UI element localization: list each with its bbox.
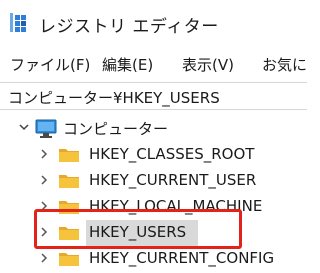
folder-icon bbox=[59, 227, 79, 240]
tree-label: HKEY_LOCAL_MACHINE bbox=[89, 197, 263, 215]
menu-bar: ファイル(F) 編集(E) 表示(V) お気に bbox=[0, 48, 307, 80]
menu-edit[interactable]: 編集(E) bbox=[102, 54, 153, 75]
registry-editor-icon bbox=[10, 13, 30, 32]
menu-favorites[interactable]: お気に bbox=[262, 54, 307, 75]
computer-icon bbox=[35, 119, 57, 138]
folder-icon bbox=[59, 149, 79, 162]
address-path[interactable]: コンピューター¥HKEY_USERS bbox=[8, 87, 220, 108]
menu-view[interactable]: 表示(V) bbox=[182, 54, 234, 75]
chevron-right-icon[interactable] bbox=[38, 200, 50, 212]
chevron-right-icon[interactable] bbox=[38, 226, 50, 238]
folder-icon bbox=[59, 175, 79, 188]
tree-node-hkey-current-user[interactable]: HKEY_CURRENT_USER bbox=[0, 168, 300, 194]
tree-node-computer[interactable]: コンピューター bbox=[0, 115, 300, 141]
tree-label: HKEY_CLASSES_ROOT bbox=[89, 145, 255, 163]
chevron-right-icon[interactable] bbox=[38, 148, 50, 160]
folder-icon bbox=[59, 201, 79, 214]
window-title: レジストリ エディター bbox=[39, 17, 219, 37]
tree-label: HKEY_CURRENT_CONFIG bbox=[89, 249, 275, 267]
tree-node-hkey-classes-root[interactable]: HKEY_CLASSES_ROOT bbox=[0, 142, 300, 168]
chevron-down-icon[interactable] bbox=[18, 121, 30, 133]
tree-label-computer: コンピューター bbox=[63, 120, 169, 138]
title-bar: レジストリ エディター bbox=[0, 0, 307, 44]
menu-file[interactable]: ファイル(F) bbox=[10, 54, 90, 75]
chevron-right-icon[interactable] bbox=[38, 174, 50, 186]
tree-node-hkey-users[interactable]: HKEY_USERS bbox=[0, 220, 300, 246]
tree-node-hkey-current-config[interactable]: HKEY_CURRENT_CONFIG bbox=[0, 246, 300, 272]
tree-node-hkey-local-machine[interactable]: HKEY_LOCAL_MACHINE bbox=[0, 194, 300, 220]
registry-tree: コンピューター HKEY_CLASSES_ROOT HKEY_CURRENT_U… bbox=[0, 110, 307, 273]
chevron-right-icon[interactable] bbox=[38, 252, 50, 264]
tree-label: HKEY_USERS bbox=[89, 223, 187, 241]
address-bar[interactable]: コンピューター¥HKEY_USERS bbox=[0, 82, 307, 110]
folder-icon bbox=[59, 253, 79, 266]
tree-label: HKEY_CURRENT_USER bbox=[89, 171, 257, 189]
